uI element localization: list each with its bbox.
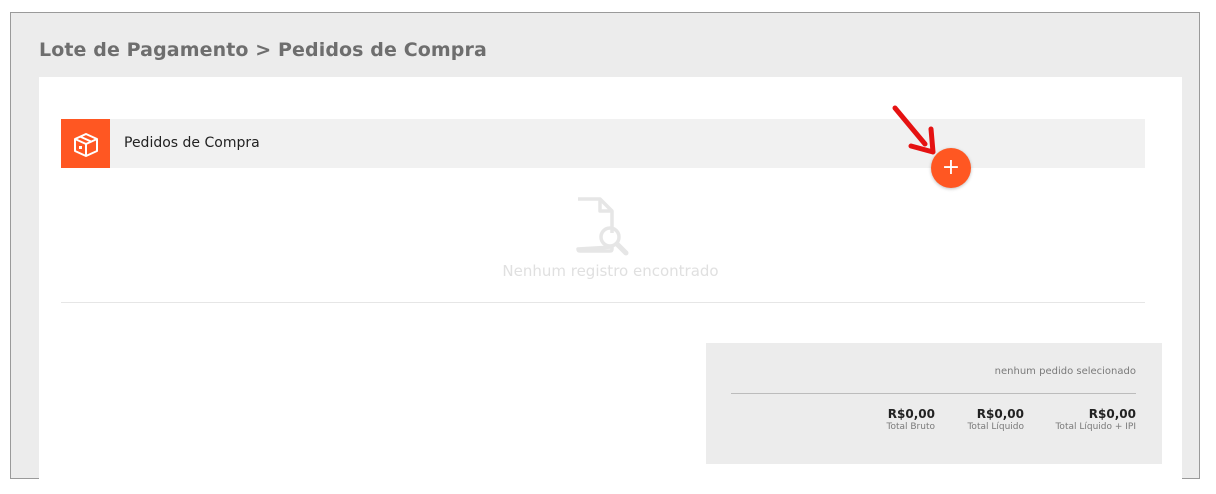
box-icon xyxy=(61,119,110,168)
total-bruto: R$0,00 Total Bruto xyxy=(887,407,936,432)
total-value: R$0,00 xyxy=(887,407,935,421)
document-search-icon xyxy=(576,197,629,256)
total-label: Total Líquido + IPI xyxy=(1055,422,1136,432)
total-value: R$0,00 xyxy=(1088,407,1136,421)
total-liquido: R$0,00 Total Líquido xyxy=(967,407,1024,432)
total-label: Total Bruto xyxy=(886,422,936,432)
summary-panel: nenhum pedido selecionado R$0,00 Total B… xyxy=(706,343,1162,464)
summary-divider xyxy=(731,393,1136,394)
selection-status: nenhum pedido selecionado xyxy=(994,366,1136,377)
divider xyxy=(61,302,1145,303)
breadcrumb: Lote de Pagamento > Pedidos de Compra xyxy=(39,39,487,61)
add-pedido-button[interactable]: + xyxy=(931,148,971,188)
panel-title: Pedidos de Compra xyxy=(124,135,260,151)
panel-header: Pedidos de Compra xyxy=(61,119,1145,168)
window-frame: Lote de Pagamento > Pedidos de Compra Pe… xyxy=(10,12,1200,481)
total-liquido-ipi: R$0,00 Total Líquido + IPI xyxy=(1055,407,1136,432)
content-card: Pedidos de Compra + Nenhum registro enco… xyxy=(39,77,1182,481)
empty-message: Nenhum registro encontrado xyxy=(502,262,719,280)
total-value: R$0,00 xyxy=(976,407,1024,421)
total-label: Total Líquido xyxy=(967,422,1024,432)
